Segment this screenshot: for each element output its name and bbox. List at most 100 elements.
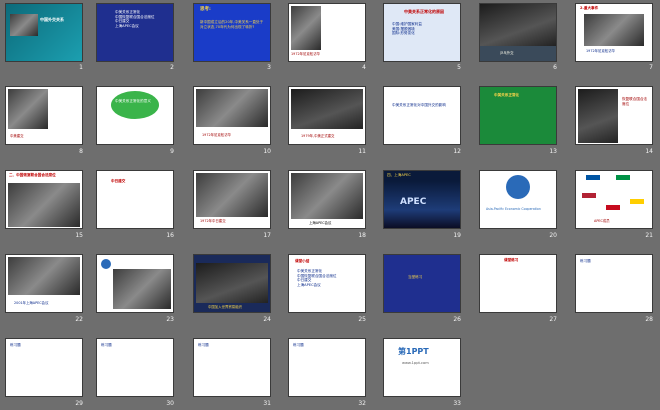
slide-thumbnail-1[interactable]: 中国外交关系 bbox=[5, 3, 83, 62]
slide-body: 练习题 bbox=[101, 343, 112, 347]
photo bbox=[10, 14, 38, 36]
photo bbox=[291, 6, 321, 50]
wto-logo-icon bbox=[101, 259, 111, 269]
slide-number: 33 bbox=[453, 400, 461, 407]
slide-thumbnail-18[interactable]: 上海APEC会议 bbox=[288, 170, 366, 229]
slide-sorter-grid: 中国外交关系 1 中美关系正常化 中国恢复联合国合法席位 中日建交 上海APEC… bbox=[0, 0, 660, 410]
photo bbox=[8, 257, 80, 295]
slide-caption: APEC成员 bbox=[594, 219, 610, 223]
slide-title: 中国外交关系 bbox=[40, 17, 64, 22]
photo-caption: 中美建交 bbox=[10, 134, 24, 138]
slide-thumbnail-11[interactable]: 1979年,中美正式建交 bbox=[288, 86, 366, 145]
slide-body: 练习题 bbox=[198, 343, 209, 347]
slide-thumbnail-3[interactable]: 思考: 新中国成立后的20年,中美关系一直处于对立状态,70年代为何出现了转折? bbox=[193, 3, 271, 62]
slide-thumbnail-12[interactable]: 中美关系正常化对中国外交的影响 bbox=[383, 86, 461, 145]
flag-icon bbox=[630, 199, 644, 204]
slide-thumbnail-17[interactable]: 1972年中日建交 bbox=[193, 170, 271, 229]
slide-thumbnail-7[interactable]: 2.重大事件 1972年尼克松访华 bbox=[575, 3, 653, 62]
slide-thumbnail-33[interactable]: 第1PPT www.1ppt.com bbox=[383, 338, 461, 397]
slide-thumbnail-10[interactable]: 1972年尼克松访华 bbox=[193, 86, 271, 145]
slide-number: 3 bbox=[267, 64, 271, 71]
flag-icon bbox=[606, 205, 620, 210]
apec-logo-icon bbox=[506, 175, 530, 199]
menu-text: 中美关系正常化 中国恢复联合国合法席位 中日建交 上海APEC会议 bbox=[115, 10, 155, 28]
slide-number: 20 bbox=[549, 232, 557, 239]
photo bbox=[480, 4, 556, 46]
slide-number: 32 bbox=[358, 400, 366, 407]
slide-title: 中美关系正常化 bbox=[494, 93, 520, 97]
slide-thumbnail-9[interactable]: 中美关系正常化的意义 bbox=[96, 86, 174, 145]
photo bbox=[196, 173, 268, 217]
photo bbox=[196, 263, 268, 303]
slide-body: 恢复联合国合法席位 bbox=[622, 97, 648, 106]
slide-number: 18 bbox=[358, 232, 366, 239]
slide-thumbnail-28[interactable]: 练习题 bbox=[575, 254, 653, 313]
slide-thumbnail-24[interactable]: 中国加入世界贸易组织 bbox=[193, 254, 271, 313]
flag-icon bbox=[582, 193, 596, 198]
logo-subtext: www.1ppt.com bbox=[402, 361, 429, 365]
slide-number: 19 bbox=[453, 232, 461, 239]
photo-caption: 1972年中日建交 bbox=[200, 219, 226, 223]
slide-title: 中美关系正常化的原因 bbox=[404, 9, 444, 14]
slide-thumbnail-5[interactable]: 中美关系正常化的原因 中国:维护国家利益 美国:摆脱困境 国际:形势变化 bbox=[383, 3, 461, 62]
slide-body: 中国:维护国家利益 美国:摆脱困境 国际:形势变化 bbox=[392, 22, 422, 36]
photo-caption: 上海APEC会议 bbox=[309, 221, 332, 225]
slide-thumbnail-22[interactable]: 2001年上海APEC会议 bbox=[5, 254, 83, 313]
slide-thumbnail-8[interactable]: 中美建交 bbox=[5, 86, 83, 145]
photo bbox=[584, 14, 644, 46]
slide-thumbnail-27[interactable]: 课堂练习 bbox=[479, 254, 557, 313]
photo bbox=[8, 183, 80, 227]
slide-thumbnail-29[interactable]: 练习题 bbox=[5, 338, 83, 397]
slide-thumbnail-26[interactable]: 当堂练习 bbox=[383, 254, 461, 313]
slide-heading: 课堂练习 bbox=[504, 258, 519, 262]
slide-number: 10 bbox=[263, 148, 271, 155]
slide-thumbnail-25[interactable]: 课堂小结 中美关系正常化 中国恢复联合国合法席位 中日建交 上海APEC会议 bbox=[288, 254, 366, 313]
photo-caption: 1972年尼克松访华 bbox=[291, 52, 320, 56]
slide-thumbnail-15[interactable]: 二、中国恢复联合国合法席位 bbox=[5, 170, 83, 229]
slide-number: 8 bbox=[79, 148, 83, 155]
slide-heading: 四、上海APEC bbox=[387, 173, 411, 177]
slide-body: 中美关系正常化 中国恢复联合国合法席位 中日建交 上海APEC会议 bbox=[297, 269, 337, 287]
slide-thumbnail-30[interactable]: 练习题 bbox=[96, 338, 174, 397]
slide-number: 23 bbox=[166, 316, 174, 323]
flag-icon bbox=[616, 175, 630, 180]
slide-thumbnail-20[interactable]: Asia-Pacific Economic Cooperation bbox=[479, 170, 557, 229]
slide-number: 27 bbox=[549, 316, 557, 323]
slide-number: 31 bbox=[263, 400, 271, 407]
slide-number: 30 bbox=[166, 400, 174, 407]
slide-number: 29 bbox=[75, 400, 83, 407]
photo-caption: 1979年,中美正式建交 bbox=[301, 134, 335, 138]
slide-number: 7 bbox=[649, 64, 653, 71]
slide-thumbnail-16[interactable]: 中日建交 bbox=[96, 170, 174, 229]
slide-body: 练习题 bbox=[293, 343, 304, 347]
photo-caption: 乒乓外交 bbox=[500, 51, 514, 55]
slide-thumbnail-14[interactable]: 恢复联合国合法席位 bbox=[575, 86, 653, 145]
logo-text: 第1PPT bbox=[398, 347, 429, 356]
slide-number: 24 bbox=[263, 316, 271, 323]
slide-thumbnail-19[interactable]: 四、上海APEC APEC bbox=[383, 170, 461, 229]
slide-thumbnail-2[interactable]: 中美关系正常化 中国恢复联合国合法席位 中日建交 上海APEC会议 bbox=[96, 3, 174, 62]
slide-thumbnail-21[interactable]: APEC成员 bbox=[575, 170, 653, 229]
slide-number: 26 bbox=[453, 316, 461, 323]
slide-number: 21 bbox=[645, 232, 653, 239]
photo-caption: 1972年尼克松访华 bbox=[202, 133, 231, 137]
slide-number: 4 bbox=[362, 64, 366, 71]
slide-thumbnail-13[interactable]: 中美关系正常化 bbox=[479, 86, 557, 145]
slide-heading: 思考: bbox=[200, 7, 211, 12]
photo bbox=[196, 89, 268, 127]
slide-number: 2 bbox=[170, 64, 174, 71]
slide-body: 中美关系正常化的意义 bbox=[115, 99, 151, 103]
slide-thumbnail-23[interactable] bbox=[96, 254, 174, 313]
slide-number: 25 bbox=[358, 316, 366, 323]
slide-number: 5 bbox=[457, 64, 461, 71]
slide-number: 17 bbox=[263, 232, 271, 239]
photo-caption: 1972年尼克松访华 bbox=[586, 49, 615, 53]
slide-thumbnail-31[interactable]: 练习题 bbox=[193, 338, 271, 397]
slide-thumbnail-6[interactable]: 乒乓外交 bbox=[479, 3, 557, 62]
slide-number: 11 bbox=[358, 148, 366, 155]
photo bbox=[291, 173, 363, 219]
slide-heading: 二、中国恢复联合国合法席位 bbox=[9, 173, 56, 177]
slide-thumbnail-32[interactable]: 练习题 bbox=[288, 338, 366, 397]
slide-number: 28 bbox=[645, 316, 653, 323]
slide-thumbnail-4[interactable]: 1972年尼克松访华 bbox=[288, 3, 366, 62]
